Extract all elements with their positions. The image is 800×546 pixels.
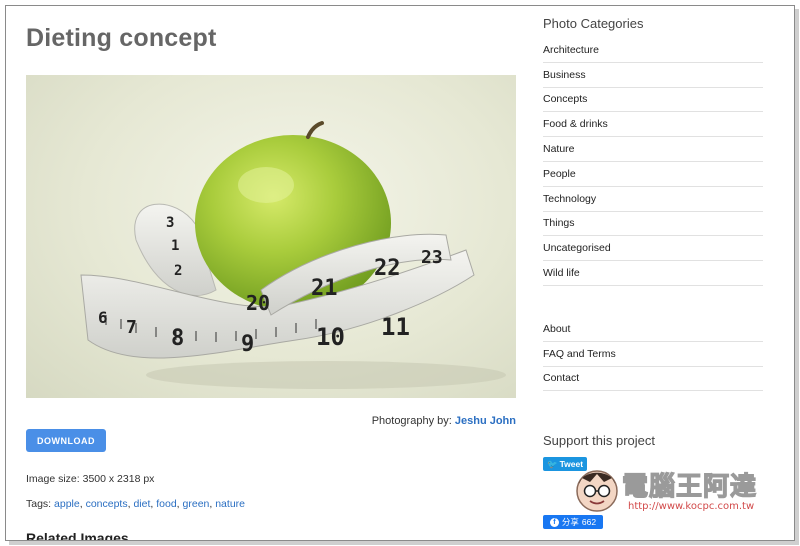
support-heading: Support this project bbox=[543, 433, 656, 448]
tape-number: 10 bbox=[316, 323, 345, 351]
frame-shadow-right bbox=[795, 9, 799, 543]
tag-link-diet[interactable]: diet bbox=[133, 498, 150, 510]
category-item-nature[interactable]: Nature bbox=[543, 137, 763, 162]
page-link-faq[interactable]: FAQ and Terms bbox=[543, 342, 763, 367]
tag-link-apple[interactable]: apple bbox=[54, 498, 80, 510]
mascot-face-icon bbox=[576, 470, 618, 512]
category-item-technology[interactable]: Technology bbox=[543, 187, 763, 212]
tape-number: 2 bbox=[174, 263, 182, 279]
image-size: Image size: 3500 x 2318 px bbox=[26, 473, 155, 485]
frame-shadow-bottom bbox=[9, 541, 799, 545]
photographer-link[interactable]: Jeshu John bbox=[455, 415, 516, 427]
credit-label: Photography by: bbox=[371, 415, 452, 427]
tags-label: Tags: bbox=[26, 498, 52, 510]
watermark: 電腦王阿達 http://www.kocpc.com.tw bbox=[572, 460, 782, 520]
category-item-wild-life[interactable]: Wild life bbox=[543, 261, 763, 286]
related-images-heading: Related Images bbox=[26, 530, 129, 541]
tape-number: 23 bbox=[421, 247, 443, 268]
category-item-business[interactable]: Business bbox=[543, 63, 763, 88]
watermark-url: http://www.kocpc.com.tw bbox=[628, 501, 755, 512]
category-item-things[interactable]: Things bbox=[543, 212, 763, 237]
tag-link-concepts[interactable]: concepts bbox=[86, 498, 128, 510]
facebook-icon: f bbox=[549, 517, 559, 527]
tape-number: 20 bbox=[246, 291, 270, 315]
photo-credit: Photography by: Jeshu John bbox=[372, 415, 516, 427]
tape-number: 7 bbox=[126, 317, 137, 338]
page-link-contact[interactable]: Contact bbox=[543, 367, 763, 392]
tape-number: 8 bbox=[171, 326, 184, 351]
page-title: Dieting concept bbox=[26, 24, 217, 52]
twitter-bird-icon: 🐦 bbox=[546, 458, 558, 469]
page-link-about[interactable]: About bbox=[543, 317, 763, 342]
tag-link-nature[interactable]: nature bbox=[215, 498, 245, 510]
featured-photo[interactable]: 6 7 8 9 10 11 20 21 22 23 3 1 2 bbox=[26, 75, 516, 398]
pages-list: About FAQ and Terms Contact bbox=[543, 317, 763, 392]
category-item-architecture[interactable]: Architecture bbox=[543, 38, 763, 63]
tape-number: 11 bbox=[381, 313, 410, 341]
category-item-food-drinks[interactable]: Food & drinks bbox=[543, 112, 763, 138]
download-button[interactable]: DOWNLOAD bbox=[26, 429, 106, 452]
tag-link-green[interactable]: green bbox=[183, 498, 210, 510]
category-item-people[interactable]: People bbox=[543, 162, 763, 187]
tape-number: 1 bbox=[171, 238, 179, 254]
category-item-uncategorised[interactable]: Uncategorised bbox=[543, 236, 763, 262]
watermark-text: 電腦王阿達 bbox=[621, 471, 758, 502]
apple-photo-illustration: 6 7 8 9 10 11 20 21 22 23 3 1 2 bbox=[80, 121, 506, 389]
categories-heading: Photo Categories bbox=[543, 16, 644, 31]
tape-number: 9 bbox=[241, 332, 254, 357]
category-item-concepts[interactable]: Concepts bbox=[543, 88, 763, 113]
tape-number: 22 bbox=[374, 256, 401, 281]
tag-link-food[interactable]: food bbox=[156, 498, 176, 510]
tape-number: 6 bbox=[98, 308, 108, 327]
tags-row: Tags: apple, concepts, diet, food, green… bbox=[26, 498, 245, 510]
tape-number: 3 bbox=[166, 215, 174, 231]
tape-number: 21 bbox=[311, 276, 338, 301]
category-list: Architecture Business Concepts Food & dr… bbox=[543, 38, 763, 286]
